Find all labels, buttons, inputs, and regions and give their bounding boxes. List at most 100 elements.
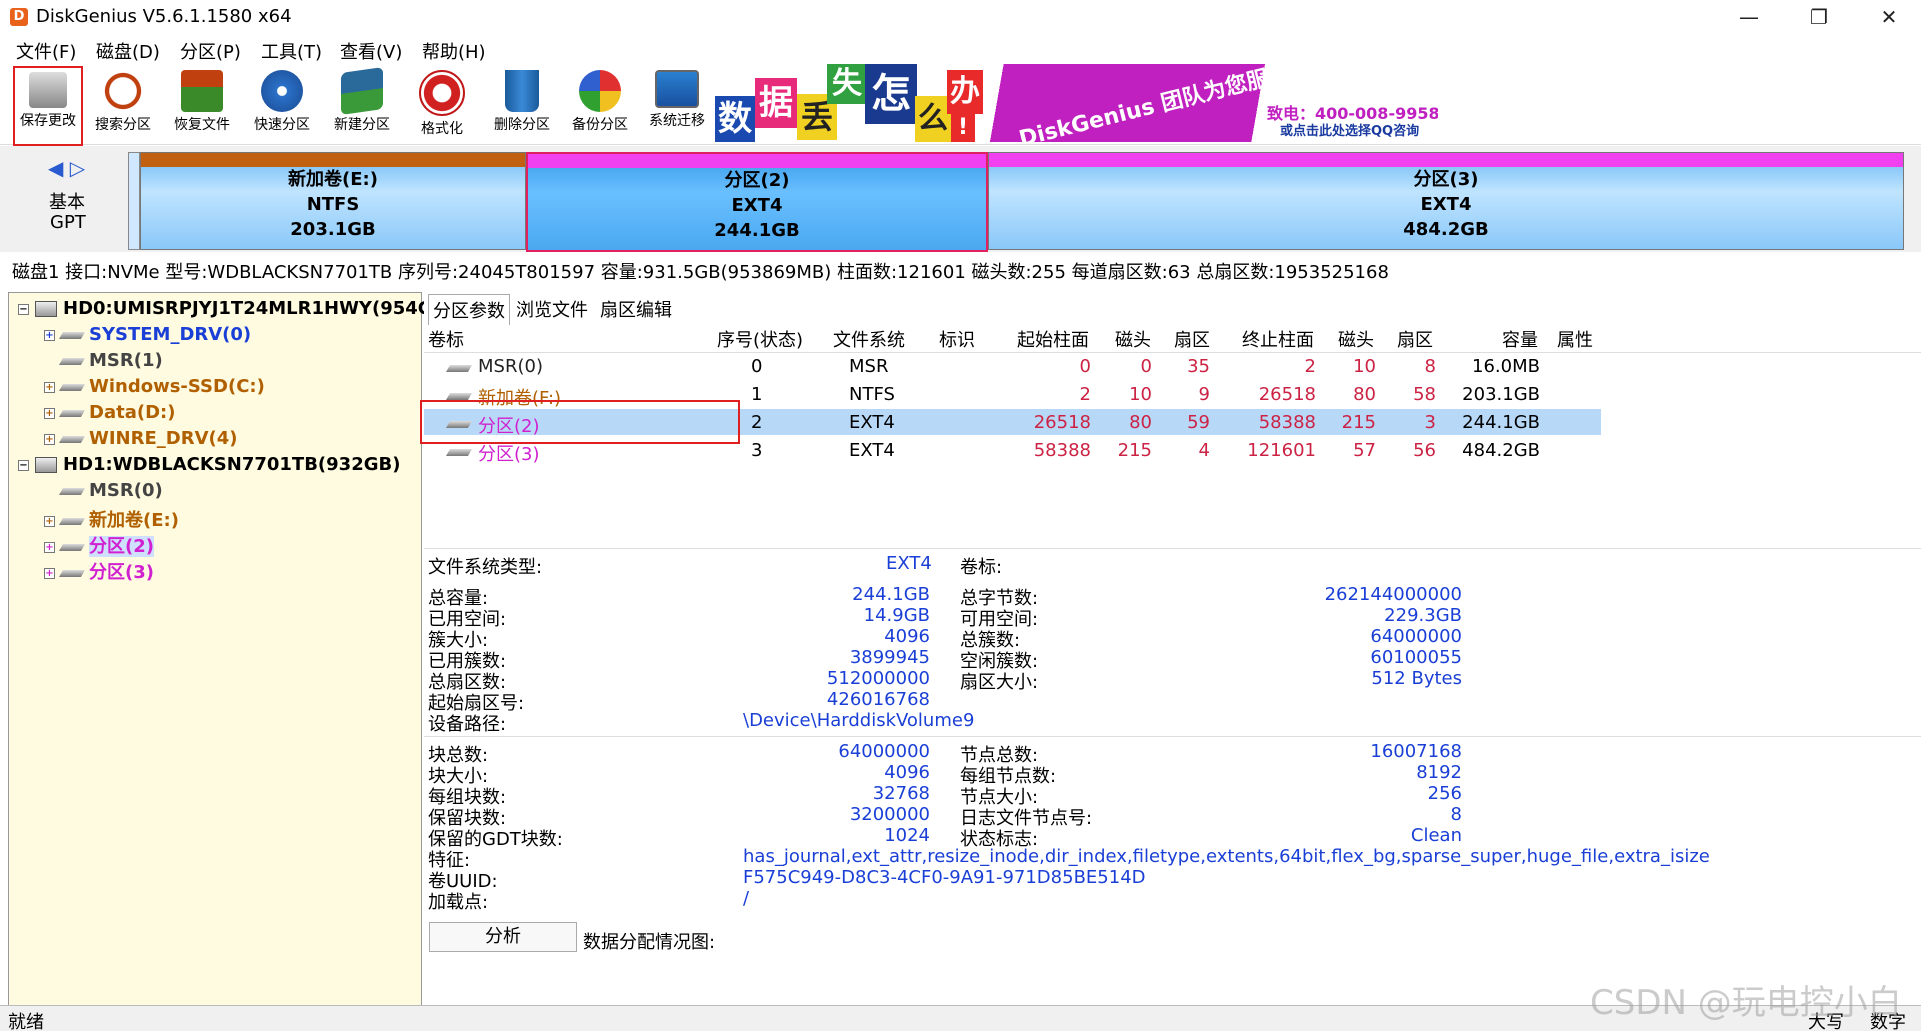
new-partition-label: 新建分区 xyxy=(334,117,390,133)
tree-item-partition-3[interactable]: + 分区(3) xyxy=(44,558,154,584)
delete-partition-label: 删除分区 xyxy=(494,117,550,133)
menu-disk[interactable]: 磁盘(D) xyxy=(96,38,160,64)
tree-item-winre-drv[interactable]: + WINRE_DRV(4) xyxy=(44,428,237,449)
tab-partition-params[interactable]: 分区参数 xyxy=(428,294,510,325)
col-end-sector[interactable]: 扇区 xyxy=(1397,326,1433,352)
tree-item-msr1[interactable]: MSR(1) xyxy=(44,350,163,371)
tree-item-windows-ssd[interactable]: + Windows-SSD(C:) xyxy=(44,376,265,397)
col-end-cyl[interactable]: 终止柱面 xyxy=(1242,326,1314,352)
tree-label: 分区(3) xyxy=(89,562,154,583)
disk-nav-arrows[interactable]: ◀ ▷ xyxy=(48,156,85,180)
info-value: 8192 xyxy=(1416,762,1462,783)
tree-item-data-d[interactable]: + Data(D:) xyxy=(44,402,175,423)
tree-item-partition-2[interactable]: + 分区(2) xyxy=(44,532,154,558)
format-button[interactable]: 格式化 xyxy=(403,66,481,142)
col-start-head[interactable]: 磁头 xyxy=(1115,326,1151,352)
device-path-value: \Device\HarddiskVolume9 xyxy=(743,710,975,731)
info-value: 3200000 xyxy=(849,804,930,825)
partition-block-2[interactable]: 分区(2) EXT4 244.1GB xyxy=(526,152,988,252)
col-start-sector[interactable]: 扇区 xyxy=(1174,326,1210,352)
info-value: 512000000 xyxy=(826,668,930,689)
table-cell: 244.1GB xyxy=(1462,412,1540,433)
table-header xyxy=(424,322,1921,353)
banner-char: ! xyxy=(951,114,975,142)
partition-icon xyxy=(58,543,86,551)
backup-partition-button[interactable]: 备份分区 xyxy=(561,66,639,142)
table-cell: 26518 xyxy=(1033,412,1091,433)
system-migrate-button[interactable]: 系统迁移 xyxy=(638,66,716,142)
mount-label: 加载点: xyxy=(428,892,489,913)
partition-block-name: 新加卷(E:) xyxy=(288,169,378,190)
app-icon: D xyxy=(10,8,28,26)
partition-block-name: 分区(2) xyxy=(724,170,790,191)
tree-label: Data(D:) xyxy=(89,402,176,423)
col-id[interactable]: 标识 xyxy=(939,326,975,352)
maximize-button[interactable]: ❐ xyxy=(1790,0,1848,34)
banner-char: 办 xyxy=(947,70,983,114)
collapse-icon[interactable]: − xyxy=(18,459,29,471)
info-value: 60100055 xyxy=(1370,647,1462,668)
new-partition-button[interactable]: 新建分区 xyxy=(323,66,401,142)
expand-icon[interactable]: + xyxy=(44,433,55,445)
partition-icon xyxy=(445,393,473,400)
recover-files-button[interactable]: 恢复文件 xyxy=(163,66,241,142)
partition-icon xyxy=(58,357,86,365)
magnifier-icon xyxy=(102,70,144,112)
expand-icon[interactable]: + xyxy=(44,329,55,341)
info-value: 262144000000 xyxy=(1324,584,1462,605)
delete-partition-button[interactable]: 删除分区 xyxy=(483,66,561,142)
tree-label: MSR(0) xyxy=(89,480,163,501)
quick-partition-button[interactable]: 快速分区 xyxy=(243,66,321,142)
tree-item-msr0[interactable]: MSR(0) xyxy=(44,480,163,501)
analyze-button[interactable]: 分析 xyxy=(429,922,577,952)
expand-icon[interactable]: + xyxy=(44,567,55,579)
partition-block-size: 244.1GB xyxy=(714,220,800,241)
table-cell[interactable]: MSR(0) xyxy=(478,356,543,377)
col-fs[interactable]: 文件系统 xyxy=(833,326,905,352)
close-button[interactable]: ✕ xyxy=(1860,0,1918,34)
tree-item-new-volume-e[interactable]: + 新加卷(E:) xyxy=(44,506,179,532)
recover-icon xyxy=(181,70,223,112)
col-label[interactable]: 卷标 xyxy=(428,326,464,352)
col-size[interactable]: 容量 xyxy=(1502,326,1538,352)
expand-icon[interactable]: + xyxy=(44,515,55,527)
info-value: 4096 xyxy=(884,626,930,647)
col-attr[interactable]: 属性 xyxy=(1557,326,1593,352)
col-end-head[interactable]: 磁头 xyxy=(1338,326,1374,352)
expand-icon[interactable]: + xyxy=(44,541,55,553)
search-partition-button[interactable]: 搜索分区 xyxy=(84,66,162,142)
info-value: 14.9GB xyxy=(863,605,930,626)
collapse-icon[interactable]: − xyxy=(18,303,29,315)
info-value: Clean xyxy=(1410,825,1462,846)
menu-tools[interactable]: 工具(T) xyxy=(261,38,322,64)
partition-block-3[interactable]: 分区(3) EXT4 484.2GB xyxy=(988,152,1904,250)
save-changes-button[interactable]: 保存更改 xyxy=(13,66,83,146)
tree-disk-hd0[interactable]: − HD0:UMISRPJYJ1T24MLR1HWY(954G xyxy=(18,298,433,319)
banner-char: 怎 xyxy=(865,64,917,124)
device-path-label: 设备路径: xyxy=(428,714,507,735)
tree-item-system-drv[interactable]: + SYSTEM_DRV(0) xyxy=(44,324,251,345)
col-start-cyl[interactable]: 起始柱面 xyxy=(1017,326,1089,352)
tab-browse-files[interactable]: 浏览文件 xyxy=(512,294,592,324)
banner-qq[interactable]: 或点击此处选择QQ咨询 xyxy=(1280,120,1419,139)
menu-file[interactable]: 文件(F) xyxy=(16,38,76,64)
divider xyxy=(424,736,1921,737)
table-cell: 1 xyxy=(751,384,763,405)
menu-view[interactable]: 查看(V) xyxy=(340,38,402,64)
pie-icon xyxy=(579,70,621,112)
expand-icon[interactable]: + xyxy=(44,381,55,393)
col-index[interactable]: 序号(状态) xyxy=(717,326,803,352)
minimize-button[interactable]: — xyxy=(1720,0,1778,34)
expand-icon[interactable]: + xyxy=(44,407,55,419)
ad-banner[interactable]: 数 据 丢 失 怎 么 办 ! DiskGenius 团队为您服务 致电：400… xyxy=(715,64,1438,142)
menu-help[interactable]: 帮助(H) xyxy=(422,38,486,64)
table-cell: 58388 xyxy=(1033,440,1091,461)
small-partition-block[interactable] xyxy=(128,152,140,250)
system-migrate-label: 系统迁移 xyxy=(649,113,705,129)
menu-partition[interactable]: 分区(P) xyxy=(180,38,241,64)
partition-block-size: 203.1GB xyxy=(290,219,376,240)
tree-disk-hd1[interactable]: − HD1:WDBLACKSN7701TB(932GB) xyxy=(18,454,400,475)
tab-sector-edit[interactable]: 扇区编辑 xyxy=(596,294,676,324)
volume-label-label: 卷标: xyxy=(960,557,1003,578)
partition-block-e[interactable]: 新加卷(E:) NTFS 203.1GB xyxy=(140,152,526,250)
